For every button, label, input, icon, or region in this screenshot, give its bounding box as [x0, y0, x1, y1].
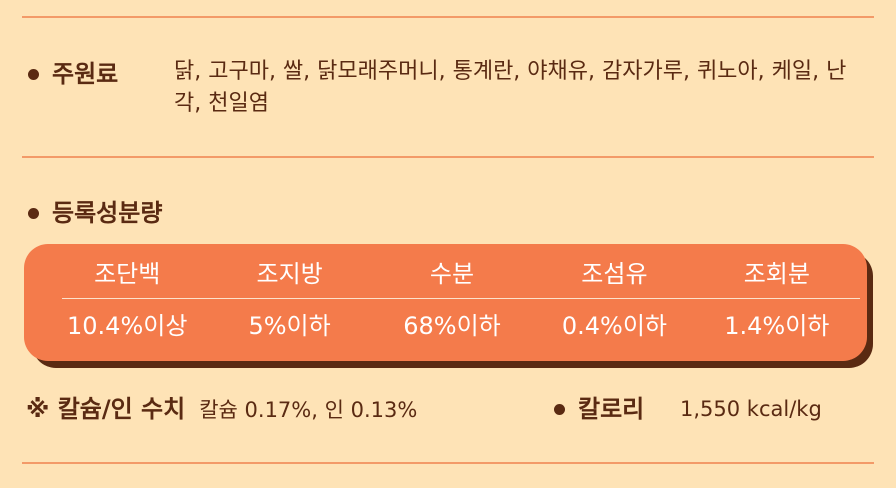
middle-divider	[22, 156, 874, 158]
calcium-phosphorus-section: ※ 칼슘/인 수치 칼슘 0.17%, 인 0.13%	[26, 390, 417, 429]
value-moisture: 68%이하	[403, 312, 501, 340]
analysis-table-header-row: 조단백 조지방 수분 조섬유 조회분	[46, 256, 858, 292]
bottom-divider	[22, 462, 874, 464]
calorie-value: 1,550 kcal/kg	[680, 397, 822, 421]
value-crude-fat: 5%이하	[248, 312, 331, 340]
value-crude-fiber: 0.4%이하	[561, 312, 667, 340]
value-crude-protein: 10.4%이상	[67, 312, 188, 340]
bullet-dot	[28, 208, 39, 219]
calcium-phosphorus-label: ※ 칼슘/인 수치	[26, 395, 186, 423]
header-crude-fat: 조지방	[256, 260, 323, 288]
bullet-dot	[554, 404, 565, 415]
header-crude-ash: 조회분	[743, 260, 810, 288]
table-divider	[62, 298, 860, 299]
calcium-phosphorus-value: 칼슘 0.17%, 인 0.13%	[199, 398, 418, 422]
top-divider	[22, 16, 874, 18]
header-crude-protein: 조단백	[94, 260, 161, 288]
analysis-table-value-row: 10.4%이상 5%이하 68%이하 0.4%이하 1.4%이하	[46, 307, 858, 345]
analysis-table: 조단백 조지방 수분 조섬유 조회분 10.4%이상 5%이하 68%이하 0.…	[24, 244, 867, 361]
header-crude-fiber: 조섬유	[581, 260, 648, 288]
bullet-dot	[28, 69, 39, 80]
value-crude-ash: 1.4%이하	[724, 312, 830, 340]
ingredients-value: 닭, 고구마, 쌀, 닭모래주머니, 통계란, 야채유, 감자가루, 퀴노아, …	[174, 59, 847, 116]
ingredients-label: 주원료	[52, 60, 119, 88]
header-moisture: 수분	[429, 260, 475, 288]
calorie-label: 칼로리	[578, 395, 645, 423]
analysis-title: 등록성분량	[52, 199, 163, 227]
